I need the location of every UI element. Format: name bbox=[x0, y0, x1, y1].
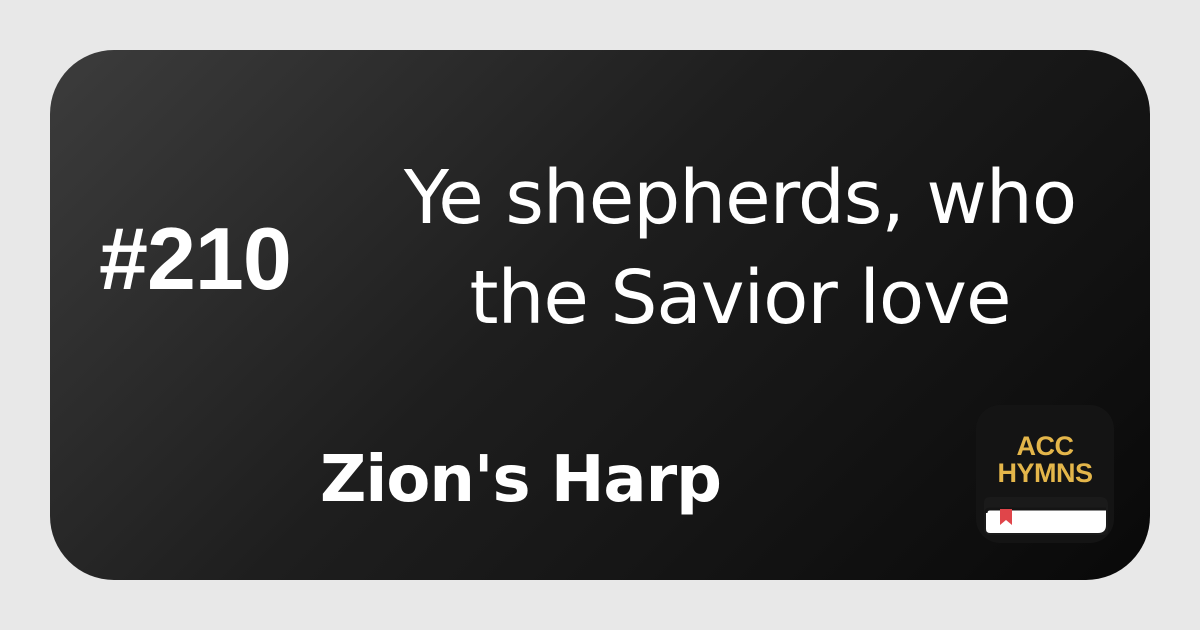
hymn-book-name: Zion's Harp bbox=[320, 443, 722, 517]
hymn-title: Ye shepherds, who the Savior love bbox=[350, 148, 1130, 348]
hymn-card: #210 Ye shepherds, who the Savior love Z… bbox=[50, 50, 1150, 580]
hymn-number: #210 bbox=[99, 209, 292, 308]
app-icon-label: ACC HYMNS bbox=[976, 433, 1114, 487]
page-background: #210 Ye shepherds, who the Savior love Z… bbox=[0, 0, 1200, 630]
hymn-title-line-2: the Savior love bbox=[469, 255, 1011, 341]
hymn-title-line-1: Ye shepherds, who bbox=[403, 155, 1077, 241]
open-book-icon bbox=[984, 497, 1108, 535]
app-icon-label-line-2: HYMNS bbox=[997, 458, 1093, 488]
app-icon-label-line-1: ACC bbox=[1016, 431, 1075, 461]
acc-hymns-app-icon: ACC HYMNS bbox=[976, 405, 1114, 543]
